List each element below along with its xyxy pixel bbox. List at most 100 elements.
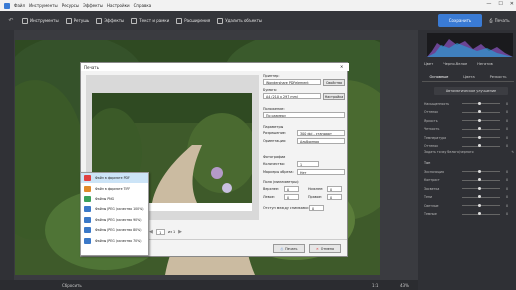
resolution-select[interactable]: 300 dpi - стандарт bbox=[297, 130, 345, 136]
slider-row: Темные 0 bbox=[424, 211, 512, 218]
menu-effects[interactable]: Эффекты bbox=[83, 3, 103, 8]
paper-select[interactable]: A4 (210 x 297 mm) bbox=[263, 93, 321, 99]
file-format-icon bbox=[84, 175, 91, 182]
slider-track[interactable] bbox=[462, 205, 500, 206]
markers-select[interactable]: Нет bbox=[297, 169, 345, 175]
printer-select[interactable]: Wondershare PDFelement bbox=[263, 79, 321, 85]
slider-knob[interactable] bbox=[477, 101, 481, 105]
slider-knob[interactable] bbox=[477, 195, 481, 199]
slider-knob[interactable] bbox=[477, 110, 481, 114]
count-input[interactable]: 1 bbox=[297, 161, 319, 167]
tab-sharpness[interactable]: Резкость bbox=[490, 75, 507, 79]
tool-extensions[interactable]: Расширения bbox=[176, 17, 210, 24]
menu-tools[interactable]: Инструменты bbox=[29, 3, 58, 8]
save-button[interactable]: Сохранить bbox=[438, 14, 482, 27]
slider-row: Насыщенность 0 bbox=[424, 100, 512, 107]
app-logo-icon bbox=[4, 2, 10, 9]
slider-knob[interactable] bbox=[477, 169, 481, 173]
margin-left-input[interactable]: 0 bbox=[284, 194, 299, 200]
slider-track[interactable] bbox=[462, 171, 500, 172]
orientation-select[interactable]: Альбомная bbox=[297, 138, 345, 144]
slider-track[interactable] bbox=[462, 179, 500, 181]
slider-track[interactable] bbox=[462, 111, 500, 113]
print-submit-button[interactable]: ⎙ Печать bbox=[273, 244, 305, 253]
undo-icon[interactable]: ↶ bbox=[8, 17, 13, 24]
auto-enhance-button[interactable]: Автоматическое улучшение bbox=[434, 87, 508, 95]
slider-track[interactable] bbox=[462, 137, 500, 138]
tool-text[interactable]: Текст и рамки bbox=[131, 17, 169, 24]
adjust-tabs: Основные Цвета Резкость bbox=[422, 73, 514, 82]
slider-track[interactable] bbox=[462, 196, 500, 198]
next-page-icon[interactable]: ▶ bbox=[178, 229, 182, 235]
margin-right-value: 0 bbox=[330, 195, 333, 200]
position-label: Положение: bbox=[263, 107, 285, 111]
slider-track[interactable] bbox=[462, 145, 500, 147]
slider-row: Экспозиция 0 bbox=[424, 168, 512, 175]
dropdown-item-label: Файлы JPEG (качество 70%) bbox=[95, 238, 142, 243]
tool-effects[interactable]: Эффекты bbox=[96, 17, 124, 24]
print-button[interactable]: ⎙ Печать bbox=[486, 14, 513, 27]
reset-button[interactable]: Сбросить bbox=[62, 283, 82, 288]
dropdown-item[interactable]: Файлы JPEG (качество 70%) bbox=[81, 235, 148, 245]
gap-label: Отступ между снимками: bbox=[263, 206, 309, 210]
slider-knob[interactable] bbox=[477, 186, 481, 190]
tab-bw[interactable]: Черно-белое bbox=[443, 62, 467, 68]
tool-label: Удалить объекты bbox=[225, 18, 263, 23]
maximize-button[interactable]: ☐ bbox=[498, 1, 502, 7]
dropdown-item[interactable]: Файлы JPEG (качество 100%) bbox=[81, 204, 148, 214]
paper-settings-button[interactable]: Настройка bbox=[323, 93, 345, 100]
effects-icon bbox=[96, 17, 103, 24]
cancel-button[interactable]: ✕ Отмена bbox=[309, 244, 341, 253]
eyedropper-icon[interactable]: ✎ bbox=[511, 150, 514, 156]
tool-remove-objects[interactable]: Удалить объекты bbox=[217, 17, 263, 24]
slider-label: Оттенок bbox=[424, 144, 439, 148]
params-label: Параметры bbox=[263, 125, 284, 129]
slider-value: 0 bbox=[506, 212, 509, 216]
printer-properties-button[interactable]: Свойства bbox=[323, 79, 345, 86]
slider-track[interactable] bbox=[462, 103, 500, 104]
slider-track[interactable] bbox=[462, 120, 500, 121]
slider-knob[interactable] bbox=[477, 178, 481, 182]
tool-retouch[interactable]: Ретушь bbox=[65, 17, 89, 24]
tab-colors[interactable]: Цвета bbox=[463, 75, 474, 79]
print-submit-label: Печать bbox=[285, 246, 298, 251]
dropdown-item[interactable]: Файлы JPEG (качество 80%) bbox=[81, 225, 148, 235]
file-format-icon bbox=[84, 216, 91, 223]
menu-settings[interactable]: Настройки bbox=[107, 3, 130, 8]
dialog-close-icon[interactable]: ✕ bbox=[340, 64, 343, 69]
slider-knob[interactable] bbox=[477, 118, 481, 122]
dropdown-item[interactable]: Файлы PNG bbox=[81, 194, 148, 204]
menu-help[interactable]: Справка bbox=[134, 3, 152, 8]
tab-negative[interactable]: Негатив bbox=[477, 62, 493, 68]
margin-bottom-input[interactable]: 0 bbox=[327, 186, 342, 192]
window-controls: — ☐ ✕ bbox=[486, 1, 514, 7]
margin-right-input[interactable]: 0 bbox=[327, 194, 342, 200]
dropdown-item[interactable]: Файл в формате TIFF bbox=[81, 183, 148, 193]
tab-color[interactable]: Цвет bbox=[424, 62, 433, 68]
slider-track[interactable] bbox=[462, 128, 500, 130]
tab-basic[interactable]: Основные bbox=[429, 75, 448, 79]
slider-track[interactable] bbox=[462, 188, 500, 189]
prev-page-icon[interactable]: ◀ bbox=[149, 229, 153, 235]
slider-knob[interactable] bbox=[477, 135, 481, 139]
position-select[interactable]: По размеру bbox=[263, 112, 345, 118]
tool-tools[interactable]: Инструменты bbox=[22, 17, 59, 24]
menu-file[interactable]: Файл bbox=[14, 3, 25, 8]
slider-knob[interactable] bbox=[477, 144, 481, 148]
slider-knob[interactable] bbox=[477, 127, 481, 131]
undo-redo-group: ↶ bbox=[0, 11, 22, 30]
dropdown-item[interactable]: Файл в формате PDF bbox=[81, 173, 148, 184]
slider-knob[interactable] bbox=[477, 212, 481, 216]
slider-knob[interactable] bbox=[477, 203, 481, 207]
margin-top-input[interactable]: 0 bbox=[284, 186, 299, 192]
gap-input[interactable]: 0 bbox=[309, 205, 324, 211]
page-input[interactable]: 1 bbox=[155, 229, 165, 235]
menu-resources[interactable]: Ресурсы bbox=[62, 3, 79, 8]
markers-label: Маркеры обреза: bbox=[263, 170, 294, 174]
minimize-button[interactable]: — bbox=[486, 1, 491, 7]
dropdown-item-label: Файлы JPEG (качество 100%) bbox=[95, 207, 144, 212]
close-button[interactable]: ✕ bbox=[510, 1, 514, 7]
zoom-1to1[interactable]: 1:1 bbox=[372, 283, 378, 288]
dropdown-item[interactable]: Файлы JPEG (качество 90%) bbox=[81, 215, 148, 225]
slider-track[interactable] bbox=[462, 213, 500, 215]
